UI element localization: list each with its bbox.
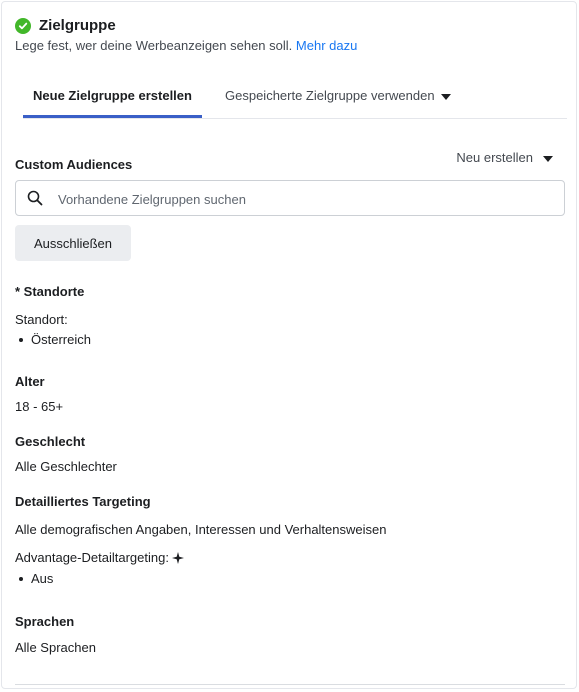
section-subtitle: Lege fest, wer deine Werbeanzeigen sehen… (15, 38, 357, 53)
audience-search-input[interactable] (56, 181, 550, 217)
sparkle-icon (171, 552, 184, 567)
audience-tabs: Neue Zielgruppe erstellen Gespeicherte Z… (23, 80, 567, 119)
custom-audiences-label: Custom Audiences (15, 157, 133, 172)
detailed-targeting-value: Alle demografischen Angaben, Interessen … (15, 522, 387, 537)
checkmark-circle-icon (15, 17, 31, 34)
tab-saved-audience[interactable]: Gespeicherte Zielgruppe verwenden (225, 80, 451, 118)
section-title: Zielgruppe (39, 17, 116, 34)
subtitle-text: Lege fest, wer deine Werbeanzeigen sehen… (15, 38, 293, 53)
age-label: Alter (15, 374, 45, 389)
exclude-button[interactable]: Ausschließen (15, 225, 131, 261)
location-sub-label: Standort: (15, 312, 68, 327)
advantage-targeting-row: Advantage-Detailtargeting: (15, 550, 184, 567)
audience-search-box (15, 180, 565, 217)
advantage-targeting-label: Advantage-Detailtargeting: (15, 550, 169, 565)
bullet-icon (19, 576, 23, 581)
tab-saved-audience-label: Gespeicherte Zielgruppe verwenden (225, 88, 435, 103)
location-value: Österreich (31, 332, 91, 347)
section-header: Zielgruppe Lege fest, wer deine Werbeanz… (15, 17, 357, 53)
gender-value: Alle Geschlechter (15, 459, 117, 474)
locations-label: * Standorte (15, 284, 85, 299)
advantage-value: Aus (31, 571, 54, 586)
tab-new-audience[interactable]: Neue Zielgruppe erstellen (23, 80, 202, 118)
caret-down-icon (543, 155, 553, 162)
location-item: Österreich (13, 332, 91, 347)
bullet-icon (19, 337, 23, 342)
caret-down-icon (440, 93, 451, 100)
section-divider (15, 684, 565, 685)
learn-more-link[interactable]: Mehr dazu (296, 38, 357, 53)
create-new-label: Neu erstellen (456, 150, 533, 165)
title-row: Zielgruppe (15, 17, 357, 34)
detailed-targeting-label: Detailliertes Targeting (15, 494, 151, 509)
languages-label: Sprachen (15, 614, 75, 629)
languages-value: Alle Sprachen (15, 640, 96, 655)
create-new-button[interactable]: Neu erstellen (456, 150, 553, 165)
age-value: 18 - 65+ (15, 399, 64, 414)
advantage-item: Aus (13, 571, 53, 586)
search-icon (27, 190, 43, 211)
gender-label: Geschlecht (15, 434, 86, 449)
